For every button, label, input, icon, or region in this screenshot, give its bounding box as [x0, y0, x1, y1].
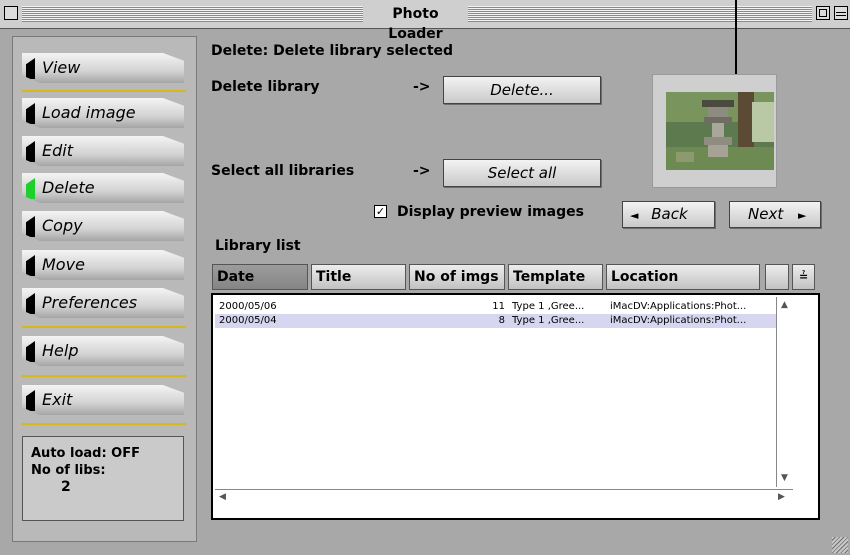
delete-button-label: Delete	[42, 178, 95, 197]
row-template: Type 1 ,Gree...	[512, 315, 585, 326]
back-button[interactable]: ◄ Back	[622, 201, 715, 228]
list-row-selected[interactable]: 2000/05/04 8 Type 1 ,Gree... iMacDV:Appl…	[215, 314, 776, 328]
move-button[interactable]: Move	[22, 250, 184, 280]
zoom-box-icon[interactable]	[816, 6, 830, 20]
next-button-label: Next	[748, 205, 784, 223]
next-arrow-icon: ►	[798, 209, 807, 222]
exit-button[interactable]: Exit	[22, 385, 184, 415]
arrow-indicator: ->	[413, 163, 431, 179]
sort-direction-icon[interactable]: ≟	[792, 264, 815, 290]
edit-button-label: Edit	[42, 141, 73, 160]
button-marker-icon	[26, 341, 35, 362]
help-button[interactable]: Help	[22, 336, 184, 366]
row-template: Type 1 ,Gree...	[512, 301, 585, 312]
delete-button[interactable]: Delete	[22, 173, 184, 203]
separator	[22, 90, 186, 92]
photo-loader-window: Photo Loader View Load image Edit Delete…	[0, 0, 850, 555]
view-button[interactable]: View	[22, 53, 184, 83]
copy-button-label: Copy	[42, 216, 83, 235]
column-header-template[interactable]: Template	[508, 264, 603, 290]
scroll-left-icon[interactable]: ◀	[219, 492, 226, 502]
select-all-button[interactable]: Select all	[443, 159, 601, 187]
delete-library-label: Delete library	[211, 79, 320, 95]
scroll-right-icon[interactable]: ▶	[778, 492, 785, 502]
next-button[interactable]: Next ►	[729, 201, 821, 228]
row-image-count: 11	[492, 301, 505, 312]
resize-grip-icon[interactable]	[832, 537, 848, 553]
column-header-blank[interactable]	[765, 264, 789, 290]
row-image-count: 8	[498, 315, 505, 326]
list-row[interactable]: 2000/05/06 11 Type 1 ,Gree... iMacDV:App…	[215, 300, 776, 314]
load-image-button-label: Load image	[42, 103, 136, 122]
row-date: 2000/05/06	[219, 301, 277, 312]
row-location: iMacDV:Applications:Phot...	[610, 315, 747, 326]
preferences-button[interactable]: Preferences	[22, 288, 184, 318]
library-list-label: Library list	[215, 238, 301, 254]
preferences-button-label: Preferences	[42, 293, 138, 312]
button-marker-icon	[26, 293, 35, 314]
view-button-label: View	[42, 58, 81, 77]
column-header-no-of-imgs[interactable]: No of imgs	[409, 264, 505, 290]
load-image-button[interactable]: Load image	[22, 98, 184, 128]
close-box-icon[interactable]	[4, 6, 18, 20]
arrow-indicator: ->	[413, 79, 431, 95]
button-marker-icon	[26, 141, 35, 162]
separator	[22, 423, 186, 425]
preview-image	[666, 92, 774, 170]
select-all-label: Select all libraries	[211, 163, 355, 179]
button-marker-icon	[26, 255, 35, 276]
row-location: iMacDV:Applications:Phot...	[610, 301, 747, 312]
move-button-label: Move	[42, 255, 85, 274]
edit-button[interactable]: Edit	[22, 136, 184, 166]
exit-button-label: Exit	[42, 390, 73, 409]
button-marker-icon	[26, 103, 35, 124]
column-header-title[interactable]: Title	[311, 264, 406, 290]
collapse-box-icon[interactable]	[834, 6, 848, 20]
libs-count-label: No of libs:	[31, 463, 106, 478]
button-marker-icon	[26, 390, 35, 411]
back-button-label: Back	[651, 205, 688, 223]
separator	[22, 326, 186, 328]
active-marker-icon	[26, 178, 35, 199]
column-header-date[interactable]: Date	[212, 264, 308, 290]
back-arrow-icon: ◄	[630, 209, 639, 222]
title-bar[interactable]: Photo Loader	[0, 0, 850, 42]
vertical-scrollbar[interactable]: ▲ ▼	[776, 297, 794, 487]
auto-load-status: Auto load: OFF	[31, 446, 140, 461]
page-heading: Delete: Delete library selected	[211, 43, 454, 59]
preview-checkbox[interactable]: ✓	[374, 205, 387, 218]
button-marker-icon	[26, 58, 35, 79]
copy-button[interactable]: Copy	[22, 211, 184, 241]
help-button-label: Help	[42, 341, 79, 360]
delete-library-button[interactable]: Delete...	[443, 76, 601, 104]
separator	[22, 375, 186, 377]
stone-lantern-photo	[666, 92, 774, 170]
status-panel: Auto load: OFF No of libs: 2	[22, 436, 184, 521]
scroll-down-icon[interactable]: ▼	[781, 473, 788, 483]
button-marker-icon	[26, 216, 35, 237]
preview-checkbox-label: Display preview images	[397, 204, 584, 220]
column-header-location[interactable]: Location	[606, 264, 760, 290]
row-date: 2000/05/04	[219, 315, 277, 326]
horizontal-scrollbar[interactable]: ◀ ▶	[215, 489, 793, 506]
libs-count-value: 2	[61, 479, 71, 495]
library-list-body: 2000/05/06 11 Type 1 ,Gree... iMacDV:App…	[215, 297, 776, 487]
scroll-up-icon[interactable]: ▲	[781, 300, 788, 310]
window-title: Photo Loader	[363, 4, 468, 42]
